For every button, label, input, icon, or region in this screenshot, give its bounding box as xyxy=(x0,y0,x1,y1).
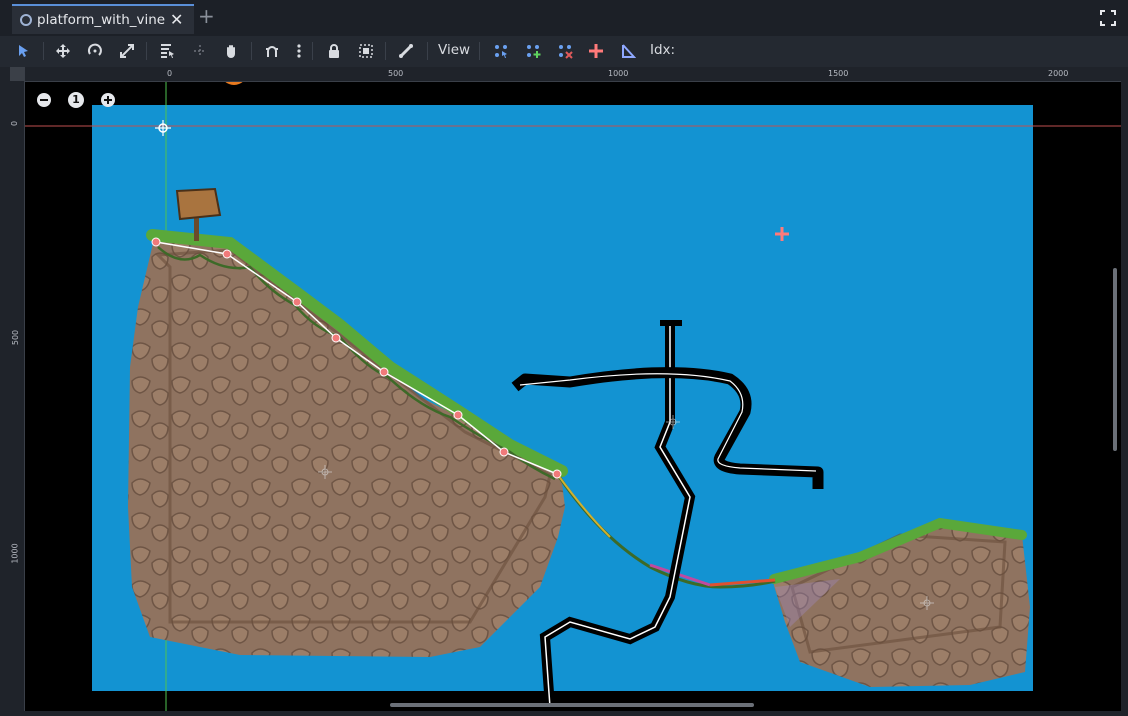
scene-tab-bar: platform_with_vine ✕ + xyxy=(0,0,1128,36)
scale-icon[interactable] xyxy=(116,40,138,62)
more-icon[interactable] xyxy=(288,40,310,62)
close-curve-icon[interactable] xyxy=(617,40,639,62)
ruler-horizontal[interactable]: 0 500 1000 1500 2000 xyxy=(10,67,1121,82)
close-icon[interactable]: ✕ xyxy=(170,10,183,29)
pan-icon[interactable] xyxy=(220,40,242,62)
add-tab-icon[interactable]: + xyxy=(198,6,215,26)
curve-point[interactable] xyxy=(331,333,341,343)
curve-point[interactable] xyxy=(379,367,389,377)
ruler-corner xyxy=(10,67,24,81)
canvas-viewport[interactable]: 0 500 1000 1500 2000 0 500 1000 1 xyxy=(10,67,1121,711)
group-icon[interactable] xyxy=(355,40,377,62)
select-points-icon[interactable] xyxy=(490,40,512,62)
select-icon[interactable] xyxy=(13,40,35,62)
scene-tab-title: platform_with_vine xyxy=(37,12,166,28)
fullscreen-icon[interactable] xyxy=(1100,10,1116,26)
level-canvas[interactable] xyxy=(10,67,1121,711)
curve-point[interactable] xyxy=(499,447,509,457)
scene-node-icon xyxy=(20,14,32,26)
rotate-icon[interactable] xyxy=(84,40,106,62)
lock-icon[interactable] xyxy=(323,40,345,62)
curve-point[interactable] xyxy=(292,297,302,307)
curve-point[interactable] xyxy=(151,237,161,247)
delete-point-icon[interactable] xyxy=(554,40,576,62)
zoom-in-icon[interactable] xyxy=(100,92,116,108)
curve-point[interactable] xyxy=(453,410,463,420)
horizontal-scrollbar[interactable] xyxy=(390,703,754,707)
bone-icon[interactable] xyxy=(395,40,417,62)
snap-icon[interactable] xyxy=(261,40,283,62)
add-point-icon[interactable] xyxy=(522,40,544,62)
zoom-reset-button[interactable]: 1 xyxy=(68,92,84,108)
zoom-out-icon[interactable] xyxy=(36,92,52,108)
scene-tab[interactable]: platform_with_vine ✕ xyxy=(12,4,194,34)
list-select-icon[interactable] xyxy=(156,40,178,62)
index-label: Idx: xyxy=(650,42,676,58)
view-menu[interactable]: View xyxy=(438,42,470,58)
center-icon[interactable] xyxy=(585,40,607,62)
curve-point[interactable] xyxy=(552,469,562,479)
ruler-vertical[interactable]: 0 500 1000 xyxy=(10,67,25,711)
curve-point[interactable] xyxy=(222,249,232,259)
pivot-icon[interactable] xyxy=(189,40,211,62)
vertical-scrollbar[interactable] xyxy=(1113,268,1117,451)
move-icon[interactable] xyxy=(52,40,74,62)
canvas-toolbar: View Idx: xyxy=(0,36,1128,67)
